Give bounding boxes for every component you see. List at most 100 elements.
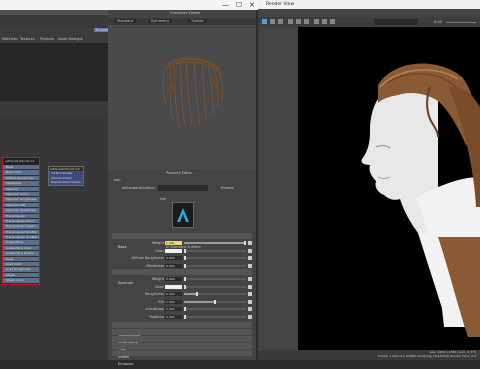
ai-standard-surface-node-2[interactable]: aiStandardSurface2 Surface Shader Volume … <box>48 166 84 186</box>
specular-slider[interactable] <box>184 314 246 319</box>
map-button-icon[interactable] <box>248 284 252 289</box>
specular-label: Anisotropy <box>145 307 164 311</box>
ai-standard-surface-node-1[interactable]: aiStandardSurface1 Base Base Color Diffuse… <box>2 157 40 285</box>
base-slider-knob[interactable] <box>184 256 186 260</box>
map-button-icon[interactable] <box>248 263 252 268</box>
specular-slider-knob[interactable] <box>184 284 186 289</box>
hair-wireframe-preview <box>162 57 224 130</box>
shader-name-field[interactable]: hair <box>158 185 208 201</box>
specular-value-field[interactable]: 0.000 <box>165 307 182 311</box>
section-specular[interactable]: Specular <box>112 269 252 285</box>
exposure-value[interactable]: 0.00 <box>434 20 442 24</box>
render-view-toolbar: renderCamShape1 0.00 <box>258 17 480 35</box>
specular-row: Weight 0.000 <box>108 276 256 282</box>
specular-row: Rotation 0.000 <box>108 314 256 320</box>
rgb-icon[interactable] <box>314 19 319 24</box>
specular-label: Weight <box>151 277 164 281</box>
material-browser-area[interactable] <box>0 43 108 101</box>
specular-value-field[interactable]: 0.000 <box>165 314 182 319</box>
base-value-field[interactable]: 1.000 <box>165 241 182 245</box>
specular-slider[interactable] <box>184 307 246 311</box>
character-viewport[interactable] <box>108 25 256 170</box>
maximize-icon[interactable]: ☐ <box>236 0 242 10</box>
section-subsurface[interactable]: Subsurface <box>112 329 252 345</box>
section-emission[interactable]: Emission <box>112 350 252 366</box>
section-coat[interactable]: Coat <box>112 336 252 352</box>
specular-slider-knob[interactable] <box>196 292 198 296</box>
specular-slider-fill <box>184 300 215 303</box>
node2-attribute-row[interactable]: Displacement Shader <box>49 180 83 185</box>
specular-slider[interactable] <box>184 284 246 289</box>
specular-slider-knob[interactable] <box>184 277 186 281</box>
remove-image-icon[interactable] <box>304 19 309 24</box>
render-view-window: Render View FileViewRenderIPROptionsDisp… <box>258 0 480 360</box>
symmetry-dropdown[interactable]: Symmetry <box>148 19 173 23</box>
map-button-icon[interactable] <box>248 314 252 319</box>
render-image[interactable] <box>298 27 480 350</box>
refresh-icon[interactable] <box>278 19 283 24</box>
alpha-icon[interactable] <box>330 19 335 24</box>
render-view-titlebar: Render View <box>258 0 480 9</box>
close-icon[interactable]: ✕ <box>249 0 255 10</box>
map-button-icon[interactable] <box>248 292 252 296</box>
keep-image-icon[interactable] <box>296 19 301 24</box>
map-button-icon[interactable] <box>248 277 252 281</box>
base-slider[interactable] <box>184 256 246 260</box>
base-slider-knob[interactable] <box>184 263 186 268</box>
specular-value-field[interactable]: 0.200 <box>165 292 182 296</box>
camera-dropdown[interactable]: renderCamShape1 <box>374 19 418 35</box>
map-button-icon[interactable] <box>248 256 252 260</box>
subtab-textures[interactable]: Textures <box>20 37 35 41</box>
node-header: aiStandardSurface1 <box>3 158 39 165</box>
map-button-icon[interactable] <box>248 241 252 245</box>
tumble-dropdown[interactable]: Tumble <box>188 19 207 23</box>
specular-slider-fill <box>184 293 197 295</box>
subtab-projects[interactable]: Projects <box>40 37 54 41</box>
region-icon[interactable] <box>322 19 327 24</box>
base-value-field[interactable]: 0.000 <box>165 263 182 268</box>
ae-node-tab[interactable]: hair <box>114 178 121 182</box>
specular-color-swatch[interactable] <box>165 284 182 289</box>
specular-label: Roughness <box>144 292 164 296</box>
base-slider[interactable] <box>184 263 246 268</box>
specular-slider[interactable] <box>184 277 246 281</box>
base-row: Metalness 0.000 <box>108 263 256 269</box>
specular-value-field[interactable]: 1.500 <box>165 299 182 304</box>
base-slider-knob[interactable] <box>244 241 246 245</box>
browser-subtabs: Materials Textures Projects Asset Design… <box>0 37 108 42</box>
specular-slider-knob[interactable] <box>184 307 186 311</box>
minimize-icon[interactable]: — <box>222 0 229 10</box>
ipr-icon[interactable] <box>270 19 275 24</box>
specular-slider-knob[interactable] <box>214 299 216 304</box>
subtab-materials[interactable]: Materials <box>2 37 18 41</box>
base-slider-knob[interactable] <box>184 248 186 253</box>
base-slider[interactable] <box>184 241 246 245</box>
specular-row: IOR 1.500 <box>108 299 256 305</box>
node-attribute-row[interactable]: Sheen Color <box>3 278 39 283</box>
render-icon[interactable] <box>262 19 267 24</box>
viewport-title: Character Viewer <box>170 11 201 15</box>
node2-attribute-list: Surface Shader Volume Shader Displacement … <box>49 171 83 185</box>
base-label: Color <box>154 248 164 253</box>
specular-slider-knob[interactable] <box>184 314 186 319</box>
node2-title: aiStandardSurface2 <box>50 167 80 171</box>
subtab-asset-designs[interactable]: Asset Designs <box>58 37 83 41</box>
snapshot-icon[interactable] <box>288 19 293 24</box>
section-sheen[interactable]: Sheen <box>112 343 252 359</box>
exposure-slider[interactable] <box>446 22 476 23</box>
specular-slider[interactable] <box>184 292 246 296</box>
base-value-field[interactable]: 0.000 <box>165 256 182 260</box>
section-base[interactable]: Base <box>112 233 252 249</box>
map-button-icon[interactable] <box>248 307 252 311</box>
base-slider[interactable] <box>184 248 246 253</box>
base-color-swatch[interactable] <box>165 248 182 253</box>
specular-slider[interactable] <box>184 299 246 304</box>
standard-dropdown[interactable]: Standard <box>114 19 136 23</box>
specular-row: Roughness 0.200 <box>108 291 256 297</box>
section-transmission[interactable]: Transmission <box>112 322 252 338</box>
base-label: Weight <box>151 241 164 245</box>
presets-button[interactable]: Presets <box>221 186 234 190</box>
map-button-icon[interactable] <box>248 299 252 304</box>
map-button-icon[interactable] <box>248 248 252 253</box>
specular-value-field[interactable]: 0.000 <box>165 277 182 281</box>
